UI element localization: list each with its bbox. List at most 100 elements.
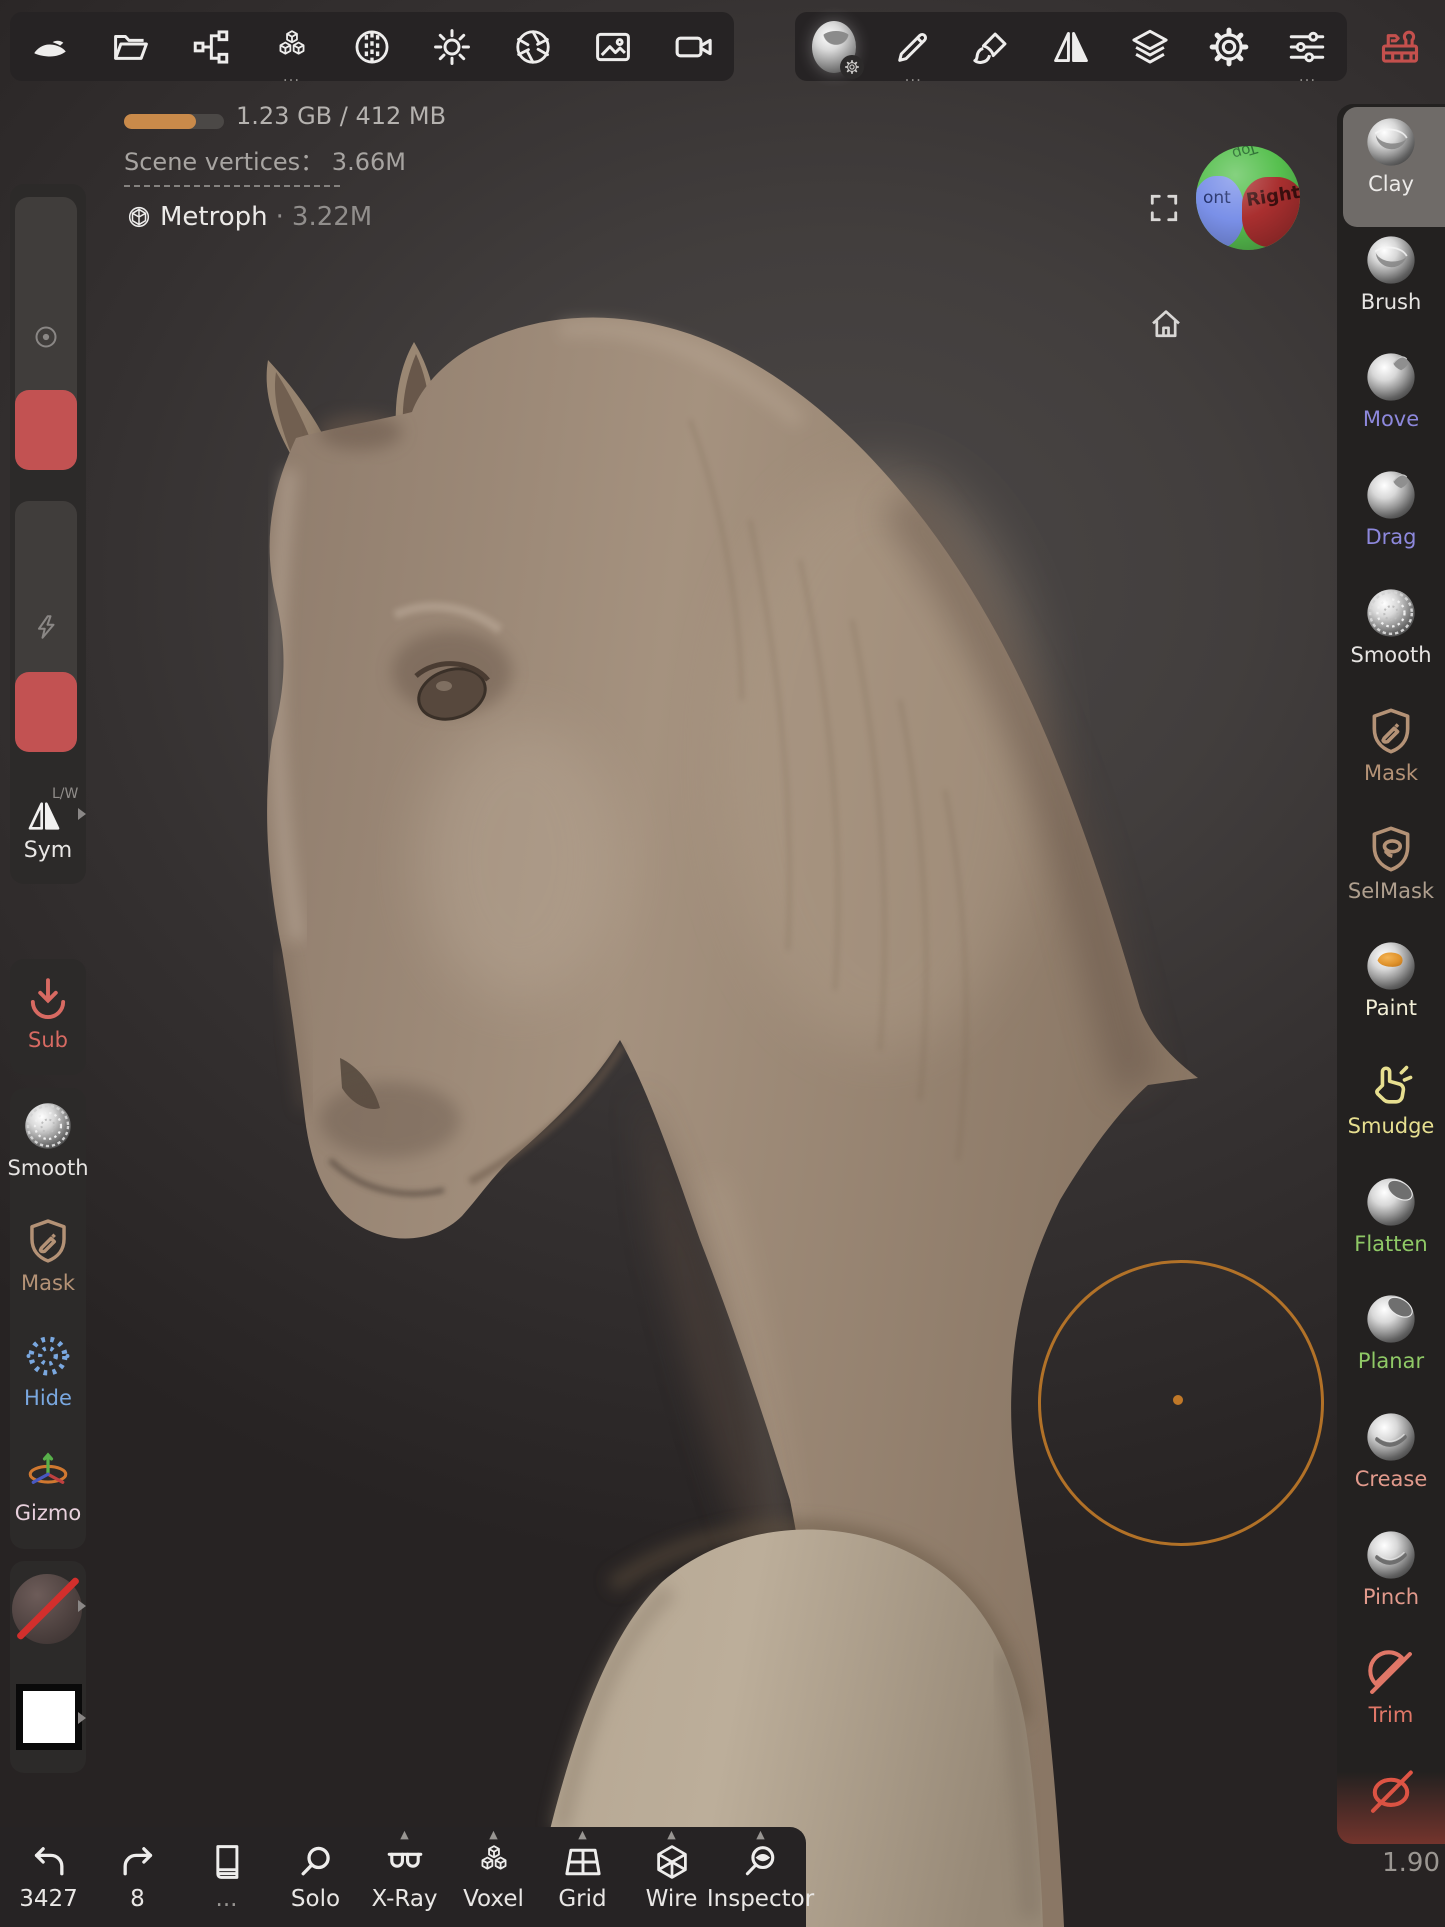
left-tool-label: Hide	[24, 1386, 72, 1410]
tool-crease[interactable]: Crease	[1337, 1402, 1445, 1516]
tool-mask[interactable]: Mask	[1337, 696, 1445, 810]
color-swatch[interactable]	[16, 1684, 82, 1750]
tool-label: Drag	[1365, 525, 1416, 549]
wire-button[interactable]: ▲ Wire	[627, 1827, 716, 1927]
left-tool-mask[interactable]: Mask	[10, 1215, 86, 1295]
image-icon	[592, 26, 634, 68]
clay-sphere-icon	[1364, 115, 1418, 169]
solo-button[interactable]: Solo	[271, 1827, 360, 1927]
crease-sphere-icon	[1364, 1410, 1418, 1464]
render-button[interactable]	[511, 25, 555, 69]
rail-scroll-fade	[1337, 1772, 1445, 1844]
toolbox-icon	[1378, 23, 1422, 69]
painting-button[interactable]	[970, 25, 1014, 69]
solo-label: Solo	[291, 1886, 340, 1912]
drag-sphere-icon	[1364, 468, 1418, 522]
tool-flatten[interactable]: Flatten	[1337, 1167, 1445, 1281]
fullscreen-button[interactable]	[1142, 186, 1186, 230]
material-sphere-icon	[812, 21, 856, 73]
left-tool-label: Gizmo	[15, 1501, 81, 1525]
voxel-button[interactable]: ▲ Voxel	[449, 1827, 538, 1927]
left-tool-hide[interactable]: Hide	[10, 1330, 86, 1410]
tool-trim[interactable]: Trim	[1337, 1638, 1445, 1752]
interface-button[interactable]: ...	[1285, 25, 1329, 69]
toolbox-button[interactable]	[1378, 24, 1422, 68]
voxel-remesh-button[interactable]: ...	[270, 25, 314, 69]
mesh-vertex-count: 3.22M	[292, 202, 372, 232]
tool-drag[interactable]: Drag	[1337, 460, 1445, 574]
pencil-icon	[892, 26, 934, 68]
undo-icon	[27, 1840, 71, 1884]
tool-planar[interactable]: Planar	[1337, 1284, 1445, 1398]
caret-up-icon: ▲	[400, 1830, 408, 1840]
left-tool-label: Mask	[21, 1271, 75, 1295]
material-disabled-swatch[interactable]	[12, 1574, 82, 1644]
mask-shield-icon	[1364, 704, 1418, 758]
symmetry-toggle-icon[interactable]	[24, 796, 64, 836]
tool-label: Trim	[1369, 1703, 1414, 1727]
mesh-separator: ·	[276, 202, 284, 232]
redo-count: 8	[130, 1886, 145, 1912]
undo-button[interactable]: 3427	[4, 1827, 93, 1927]
mesh-row[interactable]: Metroph · 3.22M	[126, 202, 372, 232]
material-button[interactable]	[812, 25, 856, 69]
tool-move[interactable]: Move	[1337, 342, 1445, 456]
background-button[interactable]	[591, 25, 635, 69]
caret-up-icon: ▲	[756, 1830, 764, 1840]
aperture-icon	[512, 26, 554, 68]
paintbrush-icon	[971, 26, 1013, 68]
symmetry-button[interactable]	[1049, 25, 1093, 69]
gear-icon	[1207, 25, 1251, 69]
tool-smudge[interactable]: Smudge	[1337, 1049, 1445, 1163]
history-menu-button[interactable]: ...	[182, 1827, 271, 1927]
zoom-level: 1.90	[1352, 1848, 1440, 1878]
settings-button[interactable]	[1207, 25, 1251, 69]
brush-sphere-icon	[1364, 233, 1418, 287]
more-indicator: ...	[283, 71, 300, 81]
tool-paint[interactable]: Paint	[1337, 931, 1445, 1045]
voxel-cubes-icon	[270, 25, 314, 69]
sculpt-viewport[interactable]	[0, 0, 1445, 1927]
left-tool-smooth[interactable]: Smooth	[10, 1100, 86, 1180]
grid-button[interactable]: ▲ Grid	[538, 1827, 627, 1927]
tool-label: Mask	[1364, 761, 1418, 785]
tool-label: Smooth	[1350, 643, 1431, 667]
lighting-button[interactable]	[430, 25, 474, 69]
home-view-button[interactable]	[1144, 302, 1188, 346]
orientation-gizmo[interactable]: Top ont Right	[1196, 146, 1300, 250]
mirror-icon	[1049, 25, 1093, 69]
sym-expand-arrow[interactable]	[78, 808, 86, 820]
scene-graph-button[interactable]	[189, 25, 233, 69]
tool-selmask[interactable]: SelMask	[1337, 814, 1445, 928]
geodesic-sphere-icon	[126, 204, 152, 230]
tool-smooth[interactable]: Smooth	[1337, 578, 1445, 692]
app-logo-button[interactable]	[28, 25, 72, 69]
tool-label: Brush	[1361, 290, 1422, 314]
material-expand-arrow[interactable]	[78, 1600, 86, 1612]
files-button[interactable]	[109, 25, 153, 69]
xray-button[interactable]: ▲ X-Ray	[360, 1827, 449, 1927]
stroke-button[interactable]: ...	[891, 25, 935, 69]
tool-pinch[interactable]: Pinch	[1337, 1520, 1445, 1634]
red-slash-icon	[16, 1576, 80, 1640]
move-sphere-icon	[1364, 350, 1418, 404]
tool-label: Clay	[1368, 172, 1414, 196]
intensity-slider-handle[interactable]	[15, 672, 77, 752]
recorder-button[interactable]	[672, 25, 716, 69]
book-icon	[205, 1840, 249, 1884]
matcap-button[interactable]	[350, 25, 394, 69]
color-expand-arrow[interactable]	[78, 1712, 86, 1724]
tool-clay[interactable]: Clay	[1337, 107, 1445, 221]
tool-label: SelMask	[1348, 879, 1434, 903]
sub-tool[interactable]: Sub	[10, 972, 86, 1052]
redo-button[interactable]: 8	[93, 1827, 182, 1927]
wireframe-icon	[650, 1840, 694, 1884]
tool-brush[interactable]: Brush	[1337, 225, 1445, 339]
caret-up-icon: ▲	[578, 1830, 586, 1840]
material-settings-badge	[840, 55, 864, 79]
left-tool-gizmo[interactable]: Gizmo	[10, 1445, 86, 1525]
layers-button[interactable]	[1128, 25, 1172, 69]
hide-dots-icon	[22, 1330, 74, 1382]
radius-slider-handle[interactable]	[15, 390, 77, 470]
inspector-button[interactable]: ▲ Inspector	[716, 1827, 805, 1927]
